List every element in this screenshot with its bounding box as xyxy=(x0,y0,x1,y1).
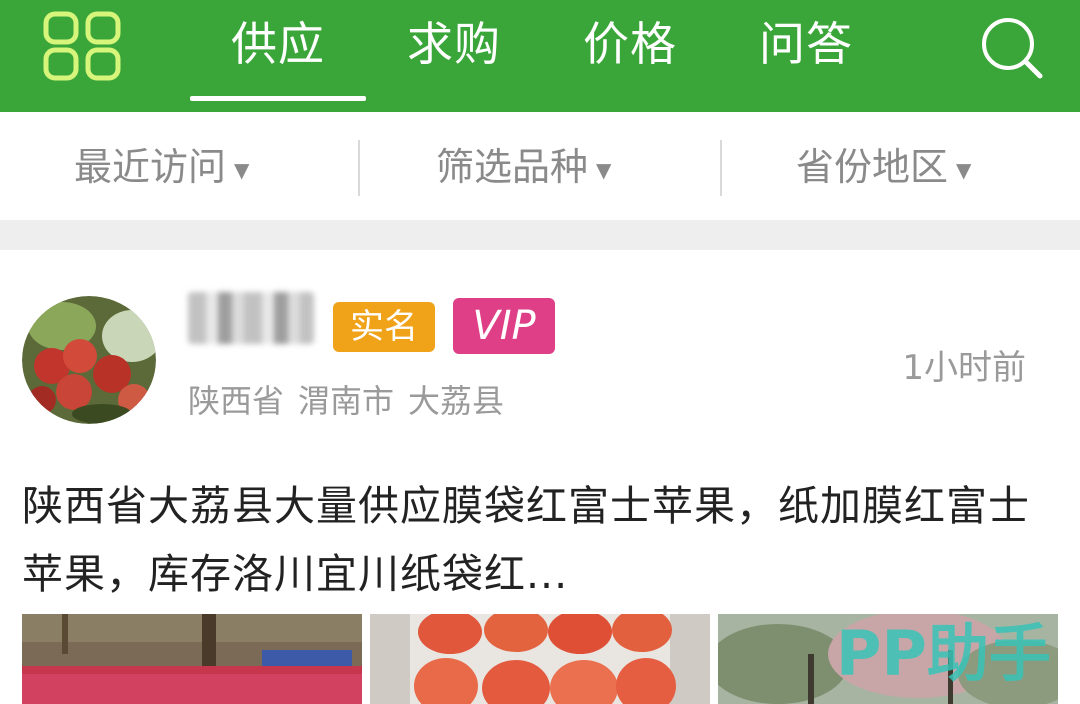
active-tab-indicator xyxy=(190,96,366,101)
watermark-text: PP助手 xyxy=(836,617,1051,690)
filter-label: 最近访问 xyxy=(74,145,227,189)
filter-label: 省份地区 xyxy=(796,145,949,189)
post-description[interactable]: 陕西省大荔县大量供应膜袋红富士苹果，纸加膜红富士苹果，库存洛川宜川纸袋红... xyxy=(22,472,1052,608)
filter-recent-visits[interactable]: 最近访问 ▼ xyxy=(74,142,249,192)
location-province: 陕西省 xyxy=(188,382,285,420)
section-separator xyxy=(0,220,1080,250)
grid-menu-icon[interactable] xyxy=(42,10,122,82)
caret-down-icon: ▼ xyxy=(956,157,972,182)
filter-divider xyxy=(720,140,722,196)
tab-supply[interactable]: 供应 xyxy=(190,14,366,74)
filter-divider xyxy=(358,140,360,196)
filter-region[interactable]: 省份地区 ▼ xyxy=(796,142,971,192)
filter-label: 筛选品种 xyxy=(436,145,589,189)
username-blurred xyxy=(188,292,314,344)
location-county: 大荔县 xyxy=(408,382,505,420)
caret-down-icon: ▼ xyxy=(596,157,612,182)
caret-down-icon: ▼ xyxy=(234,157,250,182)
post-photo-apples-box[interactable] xyxy=(370,614,710,704)
avatar[interactable] xyxy=(22,296,156,424)
search-icon[interactable] xyxy=(976,14,1046,82)
location-city: 渭南市 xyxy=(298,382,395,420)
post-time: 1小时前 xyxy=(902,348,1026,388)
tab-price[interactable]: 价格 xyxy=(542,14,718,74)
top-nav-bar: 供应 求购 价格 问答 xyxy=(0,0,1080,112)
post-photo-orchard[interactable] xyxy=(22,614,362,704)
post-location: 陕西省 渭南市 大荔县 xyxy=(188,380,518,422)
filter-variety[interactable]: 筛选品种 ▼ xyxy=(436,142,611,192)
realname-badge: 实名 xyxy=(333,302,435,352)
vip-badge: VIP xyxy=(453,298,555,354)
tab-qa[interactable]: 问答 xyxy=(718,14,894,74)
tab-purchase[interactable]: 求购 xyxy=(366,14,542,74)
filter-bar: 最近访问 ▼ 筛选品种 ▼ 省份地区 ▼ xyxy=(0,112,1080,220)
